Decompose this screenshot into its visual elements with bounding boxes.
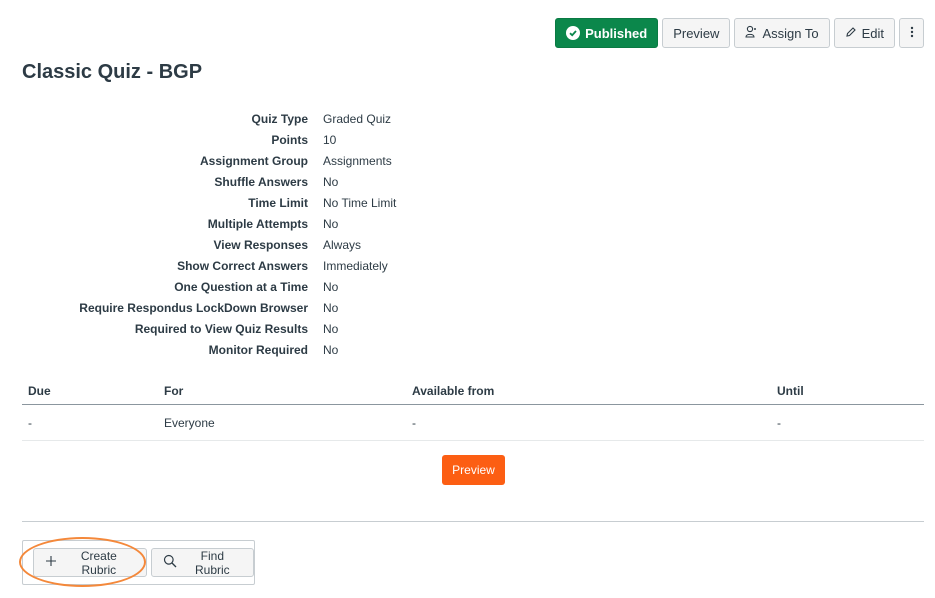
assign-to-button[interactable]: Assign To [734,18,830,48]
search-icon [163,554,177,571]
published-label: Published [585,25,648,41]
divider [22,521,924,522]
detail-value: Always [323,237,362,252]
detail-row: Points 10 [0,129,500,150]
plus-icon [45,555,57,570]
pencil-icon [845,26,857,41]
find-rubric-label: Find Rubric [195,548,230,577]
detail-value: No [323,300,339,315]
detail-row: Show Correct Answers Immediately [0,255,500,276]
detail-label: Require Respondus LockDown Browser [79,300,308,315]
detail-value: No [323,174,339,189]
assign-to-label: Assign To [762,25,819,41]
detail-value: Assignments [323,153,392,168]
page-title: Classic Quiz - BGP [22,61,203,83]
detail-value: No Time Limit [323,195,397,210]
preview-header-button[interactable]: Preview [662,18,731,48]
check-circle-icon [566,26,581,40]
detail-row: Time Limit No Time Limit [0,192,500,213]
column-header-until: Until [777,384,804,398]
detail-row: Required to View Quiz Results No [0,318,500,339]
find-rubric-button[interactable]: Find Rubric [150,548,254,577]
detail-label: View Responses [213,237,309,252]
detail-row: Multiple Attempts No [0,213,500,234]
detail-row: Assignment Group Assignments [0,150,500,171]
dates-table: Due For Available from Until - Everyone … [22,378,924,441]
detail-value: No [323,342,339,357]
until-cell: - [777,415,781,430]
detail-label: Required to View Quiz Results [134,321,308,336]
detail-label: Quiz Type [251,111,308,126]
detail-value: 10 [323,132,337,147]
more-options-button[interactable] [899,18,924,48]
detail-label: Show Correct Answers [177,258,308,273]
quiz-details: Quiz Type Graded Quiz Points 10 Assignment… [0,108,500,360]
detail-label: Assignment Group [199,153,308,168]
detail-row: View Responses Always [0,234,500,255]
header-toolbar: Published Preview Assign To Edit [555,18,924,48]
table-row: - Everyone - - [22,405,924,441]
detail-row: Shuffle Answers No [0,171,500,192]
published-button[interactable]: Published [555,18,659,48]
detail-row: Require Respondus LockDown Browser No [0,297,500,318]
detail-label: Multiple Attempts [207,216,308,231]
detail-value: No [323,216,339,231]
dates-table-header: Due For Available from Until [22,378,924,405]
due-cell: - [28,415,32,430]
create-rubric-label: Create Rubric [80,548,117,577]
detail-row: Quiz Type Graded Quiz [0,108,500,129]
rubric-panel: Create Rubric Find Rubric [22,540,255,585]
detail-value: Graded Quiz [323,111,392,126]
detail-value: No [323,279,339,294]
user-icon [745,25,757,41]
detail-row: Monitor Required No [0,339,500,360]
column-header-for: For [164,384,184,398]
create-rubric-button[interactable]: Create Rubric [33,548,147,577]
column-header-available-from: Available from [412,384,495,398]
detail-label: One Question at a Time [174,279,308,294]
column-header-due: Due [28,384,51,398]
edit-label: Edit [861,25,884,41]
available-from-cell: - [412,415,416,430]
detail-label: Monitor Required [208,342,308,357]
kebab-menu-icon [910,26,914,41]
for-cell: Everyone [164,415,215,430]
detail-value: No [323,321,339,336]
detail-label: Points [271,132,308,147]
detail-label: Shuffle Answers [214,174,308,189]
detail-label: Time Limit [248,195,308,210]
edit-button[interactable]: Edit [833,18,895,48]
detail-value: Immediately [323,258,388,273]
preview-button[interactable]: Preview [442,455,505,485]
detail-row: One Question at a Time No [0,276,500,297]
preview-header-label: Preview [673,25,720,41]
